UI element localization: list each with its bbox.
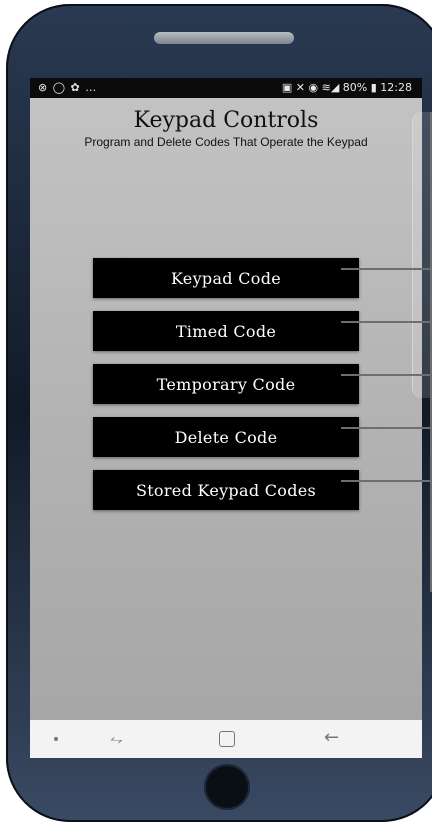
status-right-group: ▣ ✕ ◉ ≋◢ 80% ▮ 12:28 (282, 78, 412, 98)
battery-percent: 80% (342, 81, 368, 94)
back-arrow-icon[interactable]: ← (324, 727, 339, 748)
battery-icon: ▮ (370, 81, 377, 94)
home-icon[interactable] (219, 731, 235, 747)
dot-icon (54, 737, 58, 741)
callout-line-keypad (341, 268, 432, 270)
app-screen: ⊗ ◯ ✿ … ▣ ✕ ◉ ≋◢ 80% ▮ 12:28 Keypad Cont… (30, 78, 422, 758)
callout-line-delete (341, 427, 432, 429)
status-notification-icons: ⊗ ◯ ✿ … (38, 81, 98, 94)
callout-line-temporary (341, 374, 432, 376)
keypad-code-button[interactable]: Keypad Code (93, 258, 359, 298)
page-title: Keypad Controls (133, 108, 319, 133)
callout-line-timed (341, 321, 432, 323)
delete-code-button[interactable]: Delete Code (93, 417, 359, 457)
phone-speaker (154, 32, 294, 44)
timed-code-button[interactable]: Timed Code (93, 311, 359, 351)
callout-line-stored (341, 480, 432, 482)
clock-time: 12:28 (380, 81, 412, 94)
stored-keypad-codes-button[interactable]: Stored Keypad Codes (93, 470, 359, 510)
callout-frame (412, 112, 432, 398)
phone-home-button[interactable] (204, 764, 250, 810)
page-subtitle: Program and Delete Codes That Operate th… (84, 135, 368, 149)
status-bar: ⊗ ◯ ✿ … ▣ ✕ ◉ ≋◢ 80% ▮ 12:28 (30, 78, 422, 98)
android-nav-bar: ⥊ ← (30, 720, 422, 758)
temporary-code-button[interactable]: Temporary Code (93, 364, 359, 404)
status-system-icons: ▣ ✕ ◉ ≋◢ (281, 81, 340, 94)
phone-frame: ⊗ ◯ ✿ … ▣ ✕ ◉ ≋◢ 80% ▮ 12:28 Keypad Cont… (6, 4, 432, 822)
recents-icon[interactable]: ⥊ (110, 729, 123, 749)
